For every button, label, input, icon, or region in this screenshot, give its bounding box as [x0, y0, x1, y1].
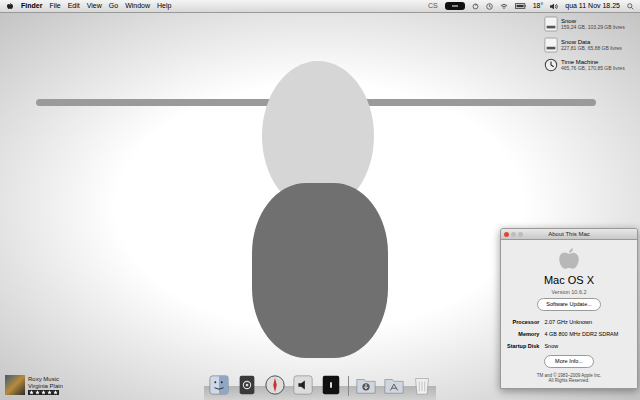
star-icon[interactable]	[29, 390, 34, 395]
desktop-icons: Snow159,24 GB, 103,29 GB livres Snow Data…	[544, 16, 636, 72]
dock-item[interactable]	[411, 374, 433, 396]
desktop-icon[interactable]: Time Machine465,76 GB, 170,85 GB livres	[544, 58, 636, 72]
menu-item[interactable]: Edit	[68, 1, 80, 12]
menu-clock[interactable]: qua 11 Nov 18.25	[565, 1, 620, 12]
drive-icon	[544, 37, 558, 53]
software-update-button[interactable]: Software Update...	[537, 298, 601, 310]
now-playing-widget[interactable]: Roxy MusicVirginia Plain	[5, 375, 63, 395]
copyright-line: All Rights Reserved.	[549, 378, 590, 383]
spec-value: 2.07 GHz Unknown	[544, 318, 631, 326]
track-artist: Roxy Music	[28, 376, 63, 383]
spec-list: Processor 2.07 GHz Unknown Memory 4 GB 800 …	[507, 318, 631, 351]
volume-name: Time Machine	[561, 59, 625, 66]
star-icon[interactable]	[35, 390, 40, 395]
sync-icon[interactable]	[472, 3, 479, 10]
volume-detail: 465,76 GB, 170,85 GB livres	[561, 66, 625, 72]
window-title: About This Mac	[548, 230, 590, 239]
apple-logo-icon	[556, 246, 582, 272]
menu-item[interactable]: Go	[109, 1, 118, 12]
battery-icon[interactable]	[515, 3, 526, 9]
track-title: Virginia Plain	[28, 383, 63, 390]
close-button[interactable]	[504, 232, 509, 237]
weather-reading[interactable]: 18°	[533, 1, 544, 12]
album-art	[5, 375, 25, 395]
desktop: Snow159,24 GB, 103,29 GB livresSnow Data…	[0, 13, 640, 400]
menu-item[interactable]: View	[87, 1, 102, 12]
menu-bar: Finder File Edit View Go Window Help CS 18° qua 1…	[0, 0, 640, 13]
desktop-icon[interactable]: Snow159,24 GB, 103,29 GB livres	[544, 16, 636, 32]
wifi-icon[interactable]	[500, 3, 508, 10]
apple-menu-icon	[6, 2, 14, 10]
menu-item[interactable]: Window	[125, 1, 150, 12]
dock-item[interactable]	[264, 374, 286, 396]
spec-label: Startup Disk	[507, 342, 539, 350]
menu-item[interactable]: File	[49, 1, 60, 12]
star-icon[interactable]	[41, 390, 46, 395]
more-info-button[interactable]: More Info...	[544, 355, 594, 367]
drive-icon	[544, 16, 558, 32]
volume-icon[interactable]	[550, 3, 558, 10]
time-machine-menu-icon[interactable]	[486, 3, 493, 10]
volume-detail: 227,81 GB, 65,88 GB livres	[561, 46, 622, 52]
about-window: About This Mac Mac OS X Version 10.6.2 Soft…	[500, 228, 638, 389]
time-machine-icon	[544, 58, 558, 72]
os-version: Version 10.6.2	[551, 288, 586, 296]
desktop-icon[interactable]: Snow Data227,81 GB, 65,88 GB livres	[544, 37, 636, 53]
spec-value: Snow	[544, 342, 631, 350]
title-bar: About This Mac	[501, 229, 637, 240]
speaker-icon	[292, 374, 314, 396]
app-menu[interactable]: Finder	[21, 1, 42, 12]
dock	[204, 368, 436, 400]
copyright-line: TM and © 1983–2009 Apple Inc.	[537, 373, 602, 378]
dock-item[interactable]	[320, 374, 342, 396]
volume-name: Snow Data	[561, 39, 622, 46]
address-book-icon	[236, 374, 258, 396]
spec-label: Memory	[507, 330, 539, 338]
status-item[interactable]: CS	[428, 1, 438, 12]
finder-icon	[208, 374, 230, 396]
dock-item[interactable]	[236, 374, 258, 396]
wallpaper-body	[252, 183, 388, 358]
trash-icon	[411, 374, 433, 396]
terminal-icon	[320, 374, 342, 396]
spotlight-icon[interactable]	[627, 3, 634, 10]
spec-value: 4 GB 800 MHz DDR2 SDRAM	[544, 330, 631, 338]
safari-icon	[264, 374, 286, 396]
minimize-button[interactable]	[511, 232, 516, 237]
star-icon[interactable]	[47, 390, 52, 395]
zoom-button[interactable]	[518, 232, 523, 237]
volume-name: Snow	[561, 18, 625, 25]
dock-item[interactable]	[208, 374, 230, 396]
os-name: Mac OS X	[544, 274, 594, 286]
dock-item[interactable]	[292, 374, 314, 396]
dock-item[interactable]	[383, 374, 405, 396]
volume-detail: 159,24 GB, 103,29 GB livres	[561, 25, 625, 31]
menu-extra-icon[interactable]	[445, 2, 465, 10]
star-icon[interactable]	[53, 390, 58, 395]
screen: Finder File Edit View Go Window Help CS 18° qua 1…	[0, 0, 640, 400]
dock-separator	[348, 376, 349, 396]
downloads-folder-icon	[355, 374, 377, 396]
menu-item[interactable]: Help	[157, 1, 171, 12]
spec-label: Processor	[507, 318, 539, 326]
dock-item[interactable]	[355, 374, 377, 396]
track-rating[interactable]	[28, 390, 59, 395]
applications-folder-icon	[383, 374, 405, 396]
